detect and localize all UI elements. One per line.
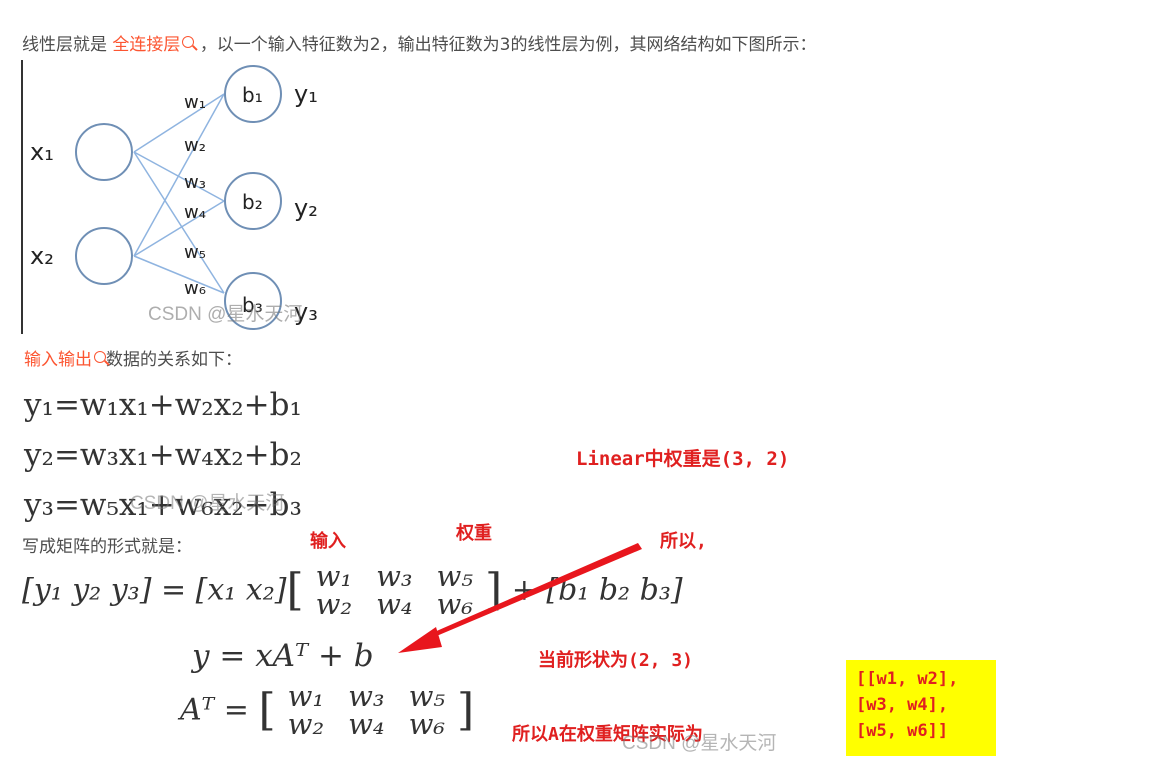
note-input: 输入 [310, 531, 346, 552]
search-icon [182, 36, 195, 48]
figure-watermark: CSDN @星水天河 [148, 303, 302, 325]
output-label-1: y₁ [294, 80, 318, 108]
at-lhs: Aᵀ = [180, 692, 259, 728]
bracket-close: ] [457, 684, 475, 736]
quote-bar [21, 60, 23, 334]
intro-text-before: 线性层就是 [22, 35, 107, 55]
compact-equation: y = xAᵀ + b [192, 638, 374, 674]
input-label-1: x₁ [30, 138, 54, 166]
intro-text-after: ，以一个输入特征数为2，输出特征数为3的线性层为例，其网络结构如下图所示： [199, 35, 817, 55]
bias-label-1: b₁ [242, 83, 263, 107]
matrix-cell: w₁ [287, 679, 325, 713]
matrix-cell: w₁ [315, 559, 353, 593]
bracket-open: [ [258, 684, 276, 736]
weight-label-6: w₆ [184, 278, 206, 299]
input-label-2: x₂ [30, 242, 54, 270]
box-line-2: [w3, w4], [856, 695, 949, 715]
matrix-cell: w₂ [315, 587, 353, 621]
input-node-1 [75, 123, 133, 181]
weight-label-5: w₅ [184, 242, 206, 263]
relation-text: 数据的关系如下： [106, 350, 242, 370]
weight-label-3: w₃ [184, 172, 206, 193]
weight-label-2: w₂ [184, 135, 206, 156]
note-linear-weight: Linear中权重是(3, 2) [576, 448, 790, 470]
bottom-watermark: CSDN @星水天河 [622, 733, 777, 754]
intro-paragraph: 线性层就是 全连接层 ，以一个输入特征数为2，输出特征数为3的线性层为例，其网络… [22, 34, 816, 56]
matrix-cell: w₆ [408, 707, 446, 741]
relation-paragraph: 输入输出 数据的关系如下： [24, 349, 242, 371]
box-line-1: [[w1, w2], [856, 669, 959, 689]
matrix-cell: w₅ [408, 679, 446, 713]
note-so: 所以, [660, 531, 707, 552]
weight-label-4: w₄ [184, 202, 206, 223]
weight-matrix-note-box: [[w1, w2], [w3, w4], [w5, w6]] [846, 660, 996, 756]
equation-2: y₂=w₃x₁+w₄x₂+b₂ [24, 437, 302, 473]
network-diagram: x₁ x₂ b₁ b₂ b₃ y₁ y₂ y₃ w₁ w₂ w₃ w₄ w₅ w… [30, 65, 318, 330]
equation-1: y₁=w₁x₁+w₂x₂+b₁ [24, 387, 302, 423]
bracket-open: [ [286, 564, 304, 616]
edges [133, 93, 225, 294]
box-line-3: [w5, w6]] [856, 721, 949, 741]
input-node-2 [75, 227, 133, 285]
at-matrix: w₁ w₃ w₅ w₂ w₄ w₆ [276, 679, 457, 741]
weight-label-1: w₁ [184, 92, 206, 113]
output-label-2: y₂ [294, 194, 318, 222]
matrix-intro: 写成矩阵的形式就是： [22, 537, 192, 557]
matrix-cell: w₂ [287, 707, 325, 741]
matrix-cell: w₃ [348, 679, 385, 713]
full-connect-link[interactable]: 全连接层 [112, 35, 195, 55]
input-output-link[interactable]: 输入输出 [24, 350, 106, 370]
at-equation: Aᵀ = [ w₁ w₃ w₅ w₂ w₄ w₆ ] [180, 679, 475, 741]
matrix-lhs: [y₁ y₂ y₃] = [x₁ x₂] [22, 572, 287, 608]
search-icon [94, 351, 106, 363]
matrix-cell: w₄ [348, 707, 385, 741]
note-weight: 权重 [456, 523, 492, 544]
equation-watermark: CSDN @星水天河 [130, 493, 285, 514]
bias-label-2: b₂ [242, 190, 263, 214]
note-current-shape: 当前形状为(2, 3) [538, 650, 694, 671]
